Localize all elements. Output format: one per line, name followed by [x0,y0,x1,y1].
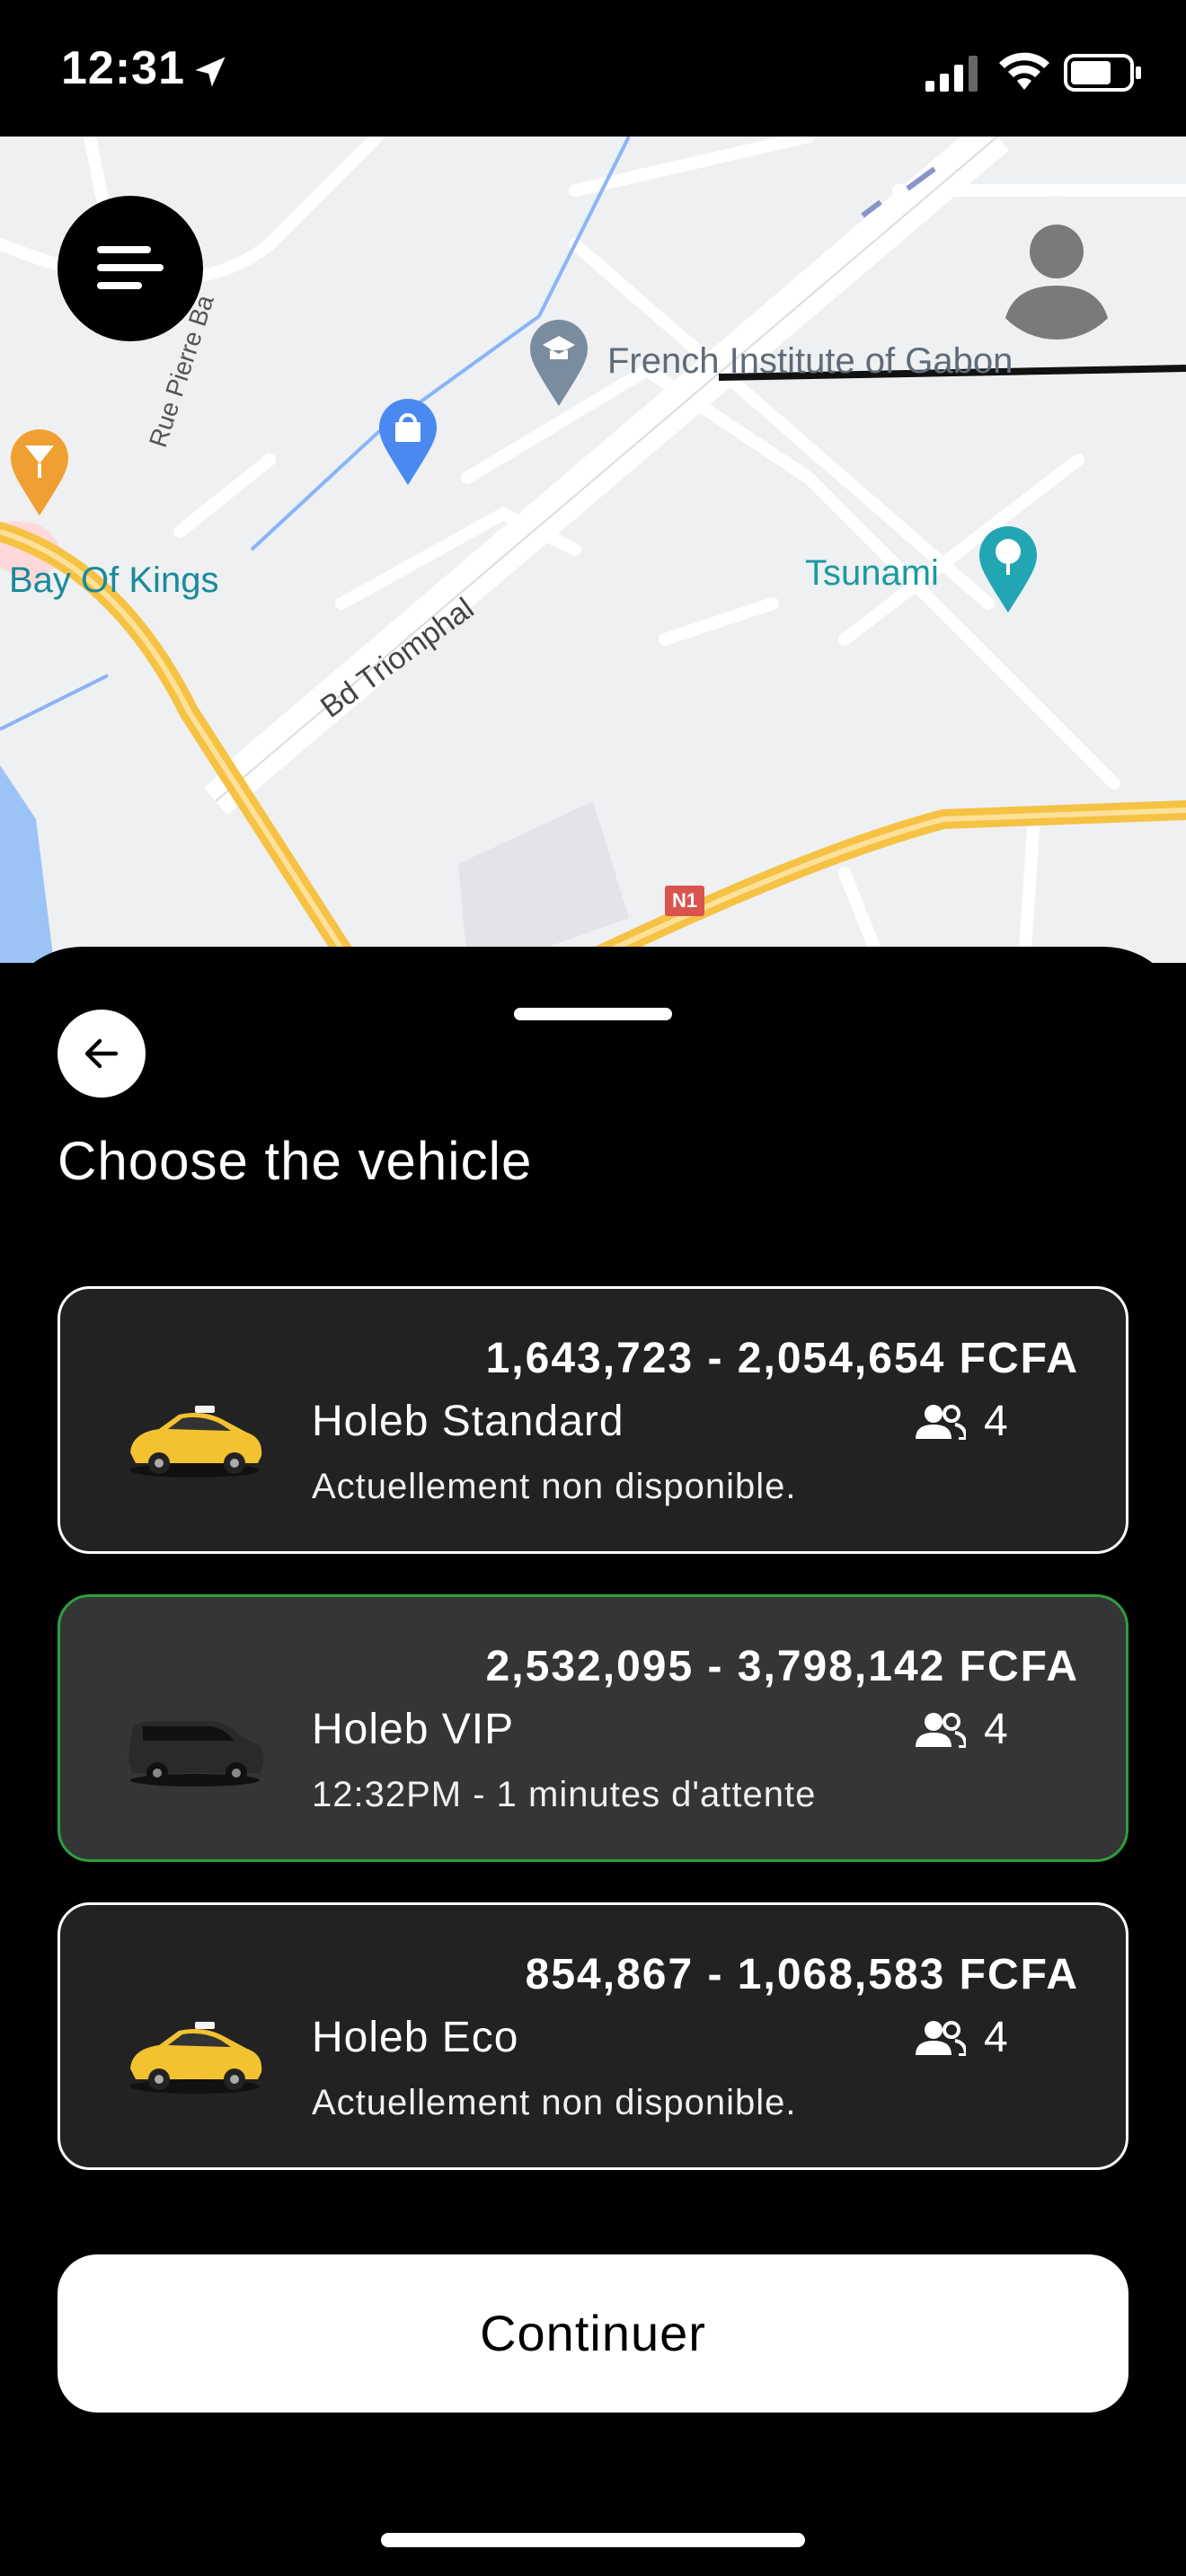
direction-arrows-icon [861,166,936,218]
vehicle-name: Holeb Eco [312,2014,519,2061]
vehicle-seats: 4 [984,1398,1008,1445]
location-arrow-icon [195,57,226,87]
menu-line-icon [97,264,164,271]
map-label-tsunami: Tsunami [805,553,939,593]
vehicle-availability: Actuellement non disponible. [312,2083,797,2122]
vehicle-price: 1,643,723 - 2,054,654 FCFA [485,1335,1079,1382]
vehicle-option-standard[interactable]: 1,643,723 - 2,054,654 FCFA Holeb Standar… [58,1286,1128,1554]
status-time: 12:31 [61,42,185,94]
black-suv-icon [128,1721,264,1786]
vehicle-name: Holeb Standard [312,1398,624,1445]
user-silhouette-icon [1003,225,1111,340]
signal-icon [925,56,978,92]
sheet-drag-handle[interactable] [514,1008,672,1020]
vehicle-option-eco[interactable]: 854,867 - 1,068,583 FCFA Holeb Eco 4 Act… [58,1902,1128,2170]
status-bar: 12:31 [0,0,1186,137]
passengers-icon [916,1713,966,1748]
bar-pin-icon[interactable] [7,428,72,517]
road-shield-n1: N1 [665,886,704,916]
vehicle-availability: Actuellement non disponible. [312,1467,797,1506]
vehicle-seats: 4 [984,1706,1008,1753]
home-indicator[interactable] [381,2533,805,2547]
passengers-icon [916,1405,966,1440]
menu-button[interactable] [58,196,203,341]
yellow-taxi-icon [130,1406,262,1478]
menu-line-icon [97,282,142,289]
vehicle-price: 2,532,095 - 3,798,142 FCFA [485,1643,1079,1690]
school-pin-icon[interactable] [527,318,591,408]
yellow-taxi-icon [130,2022,262,2094]
shopping-pin-icon[interactable] [376,397,440,487]
menu-line-icon [97,246,151,253]
sheet-title: Choose the vehicle [58,1131,533,1191]
vehicle-name: Holeb VIP [312,1706,515,1753]
vehicle-eta: 12:32PM - 1 minutes d'attente [312,1775,817,1814]
map-label-bay-of-kings: Bay Of Kings [9,560,219,600]
vehicle-price: 854,867 - 1,068,583 FCFA [525,1951,1079,1998]
battery-icon [1064,54,1141,92]
vehicle-bottom-sheet: Choose the vehicle 1,643,723 - 2,054,654… [0,947,1186,2576]
avatar[interactable] [985,196,1128,340]
back-button[interactable] [58,1010,146,1098]
continue-button[interactable]: Continuer [58,2254,1128,2413]
vehicle-option-vip[interactable]: 2,532,095 - 3,798,142 FCFA Holeb VIP 4 1… [58,1594,1128,1862]
map-label-french-institute: French Institute of Gabon [607,341,1013,381]
vehicle-seats: 4 [984,2014,1008,2061]
park-pin-icon[interactable] [976,525,1040,614]
arrow-left-icon [84,1038,119,1069]
wifi-icon [999,52,1049,90]
passengers-icon [916,2021,966,2056]
